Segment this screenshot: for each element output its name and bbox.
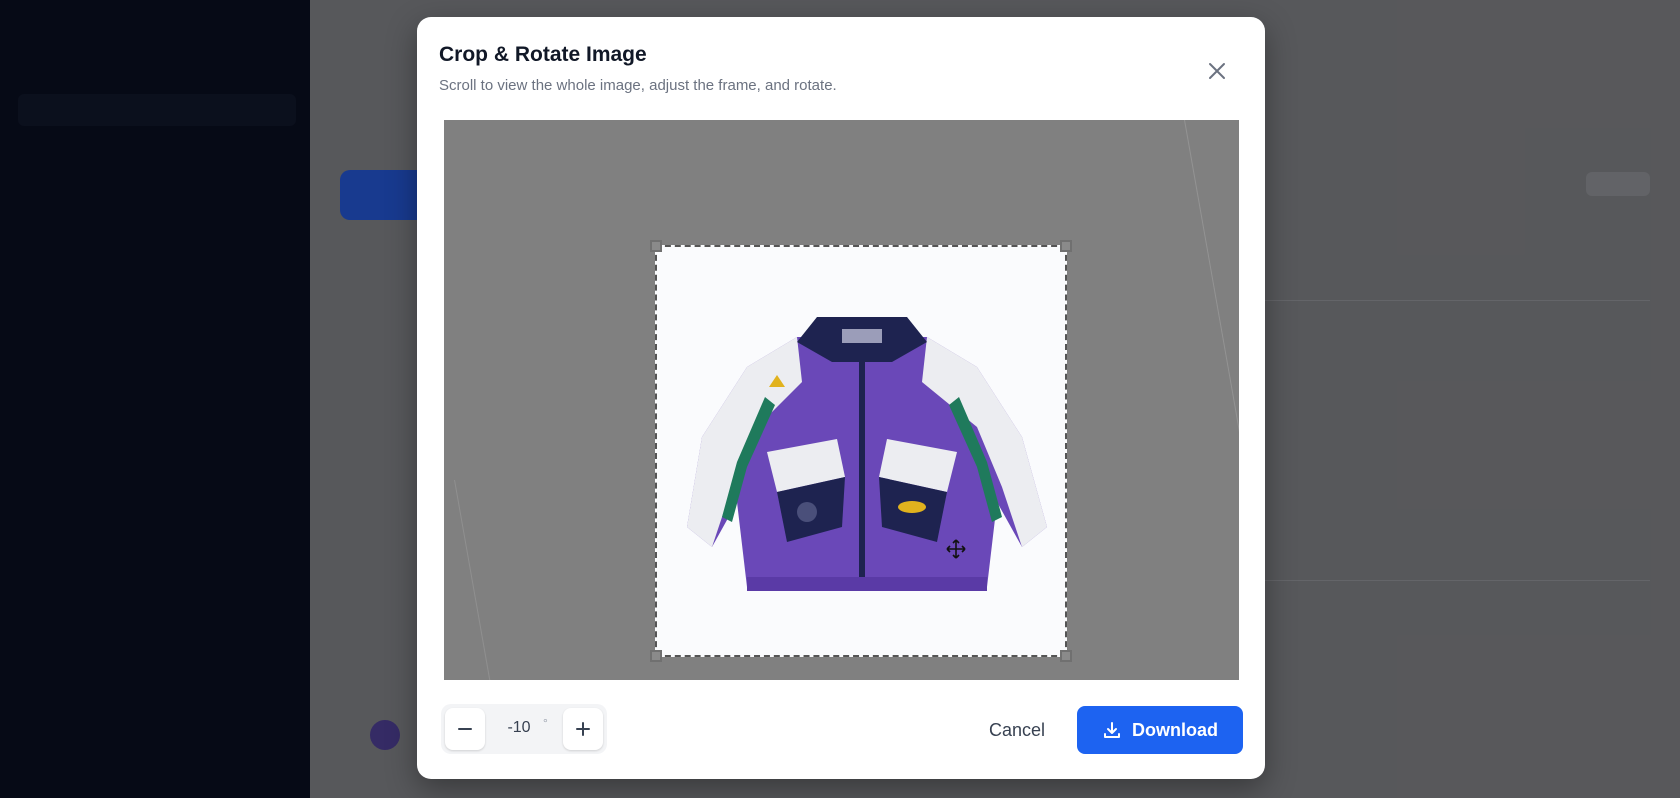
image-canvas[interactable] [444, 120, 1239, 680]
rotate-decrease-button[interactable] [445, 708, 485, 750]
download-icon [1104, 722, 1120, 738]
crop-rotate-dialog: Crop & Rotate Image Scroll to view the w… [417, 17, 1265, 779]
close-icon [1209, 63, 1225, 79]
crop-handle-bottom-right[interactable] [1060, 650, 1072, 662]
rotate-increase-button[interactable] [563, 708, 603, 750]
crop-frame[interactable] [650, 240, 1072, 662]
degree-unit: ° [543, 716, 548, 730]
rotated-image-edge [1184, 120, 1239, 534]
dialog-subtitle: Scroll to view the whole image, adjust t… [439, 77, 837, 94]
rotation-stepper: -10 ° [441, 704, 607, 754]
download-label: Download [1132, 719, 1218, 740]
crop-handle-top-right[interactable] [1060, 240, 1072, 252]
move-cursor-icon [946, 539, 966, 559]
jacket-image [687, 317, 1047, 591]
download-button[interactable]: Download [1077, 706, 1243, 754]
rotated-image-edge [454, 479, 497, 680]
close-button[interactable] [1203, 57, 1231, 85]
crop-handle-bottom-left[interactable] [650, 650, 662, 662]
minus-icon [458, 728, 472, 730]
dialog-title: Crop & Rotate Image [439, 43, 647, 66]
rotation-angle-value[interactable]: -10 [499, 719, 539, 737]
plus-icon [576, 722, 590, 736]
crop-handle-top-left[interactable] [650, 240, 662, 252]
cancel-button[interactable]: Cancel [989, 720, 1045, 741]
